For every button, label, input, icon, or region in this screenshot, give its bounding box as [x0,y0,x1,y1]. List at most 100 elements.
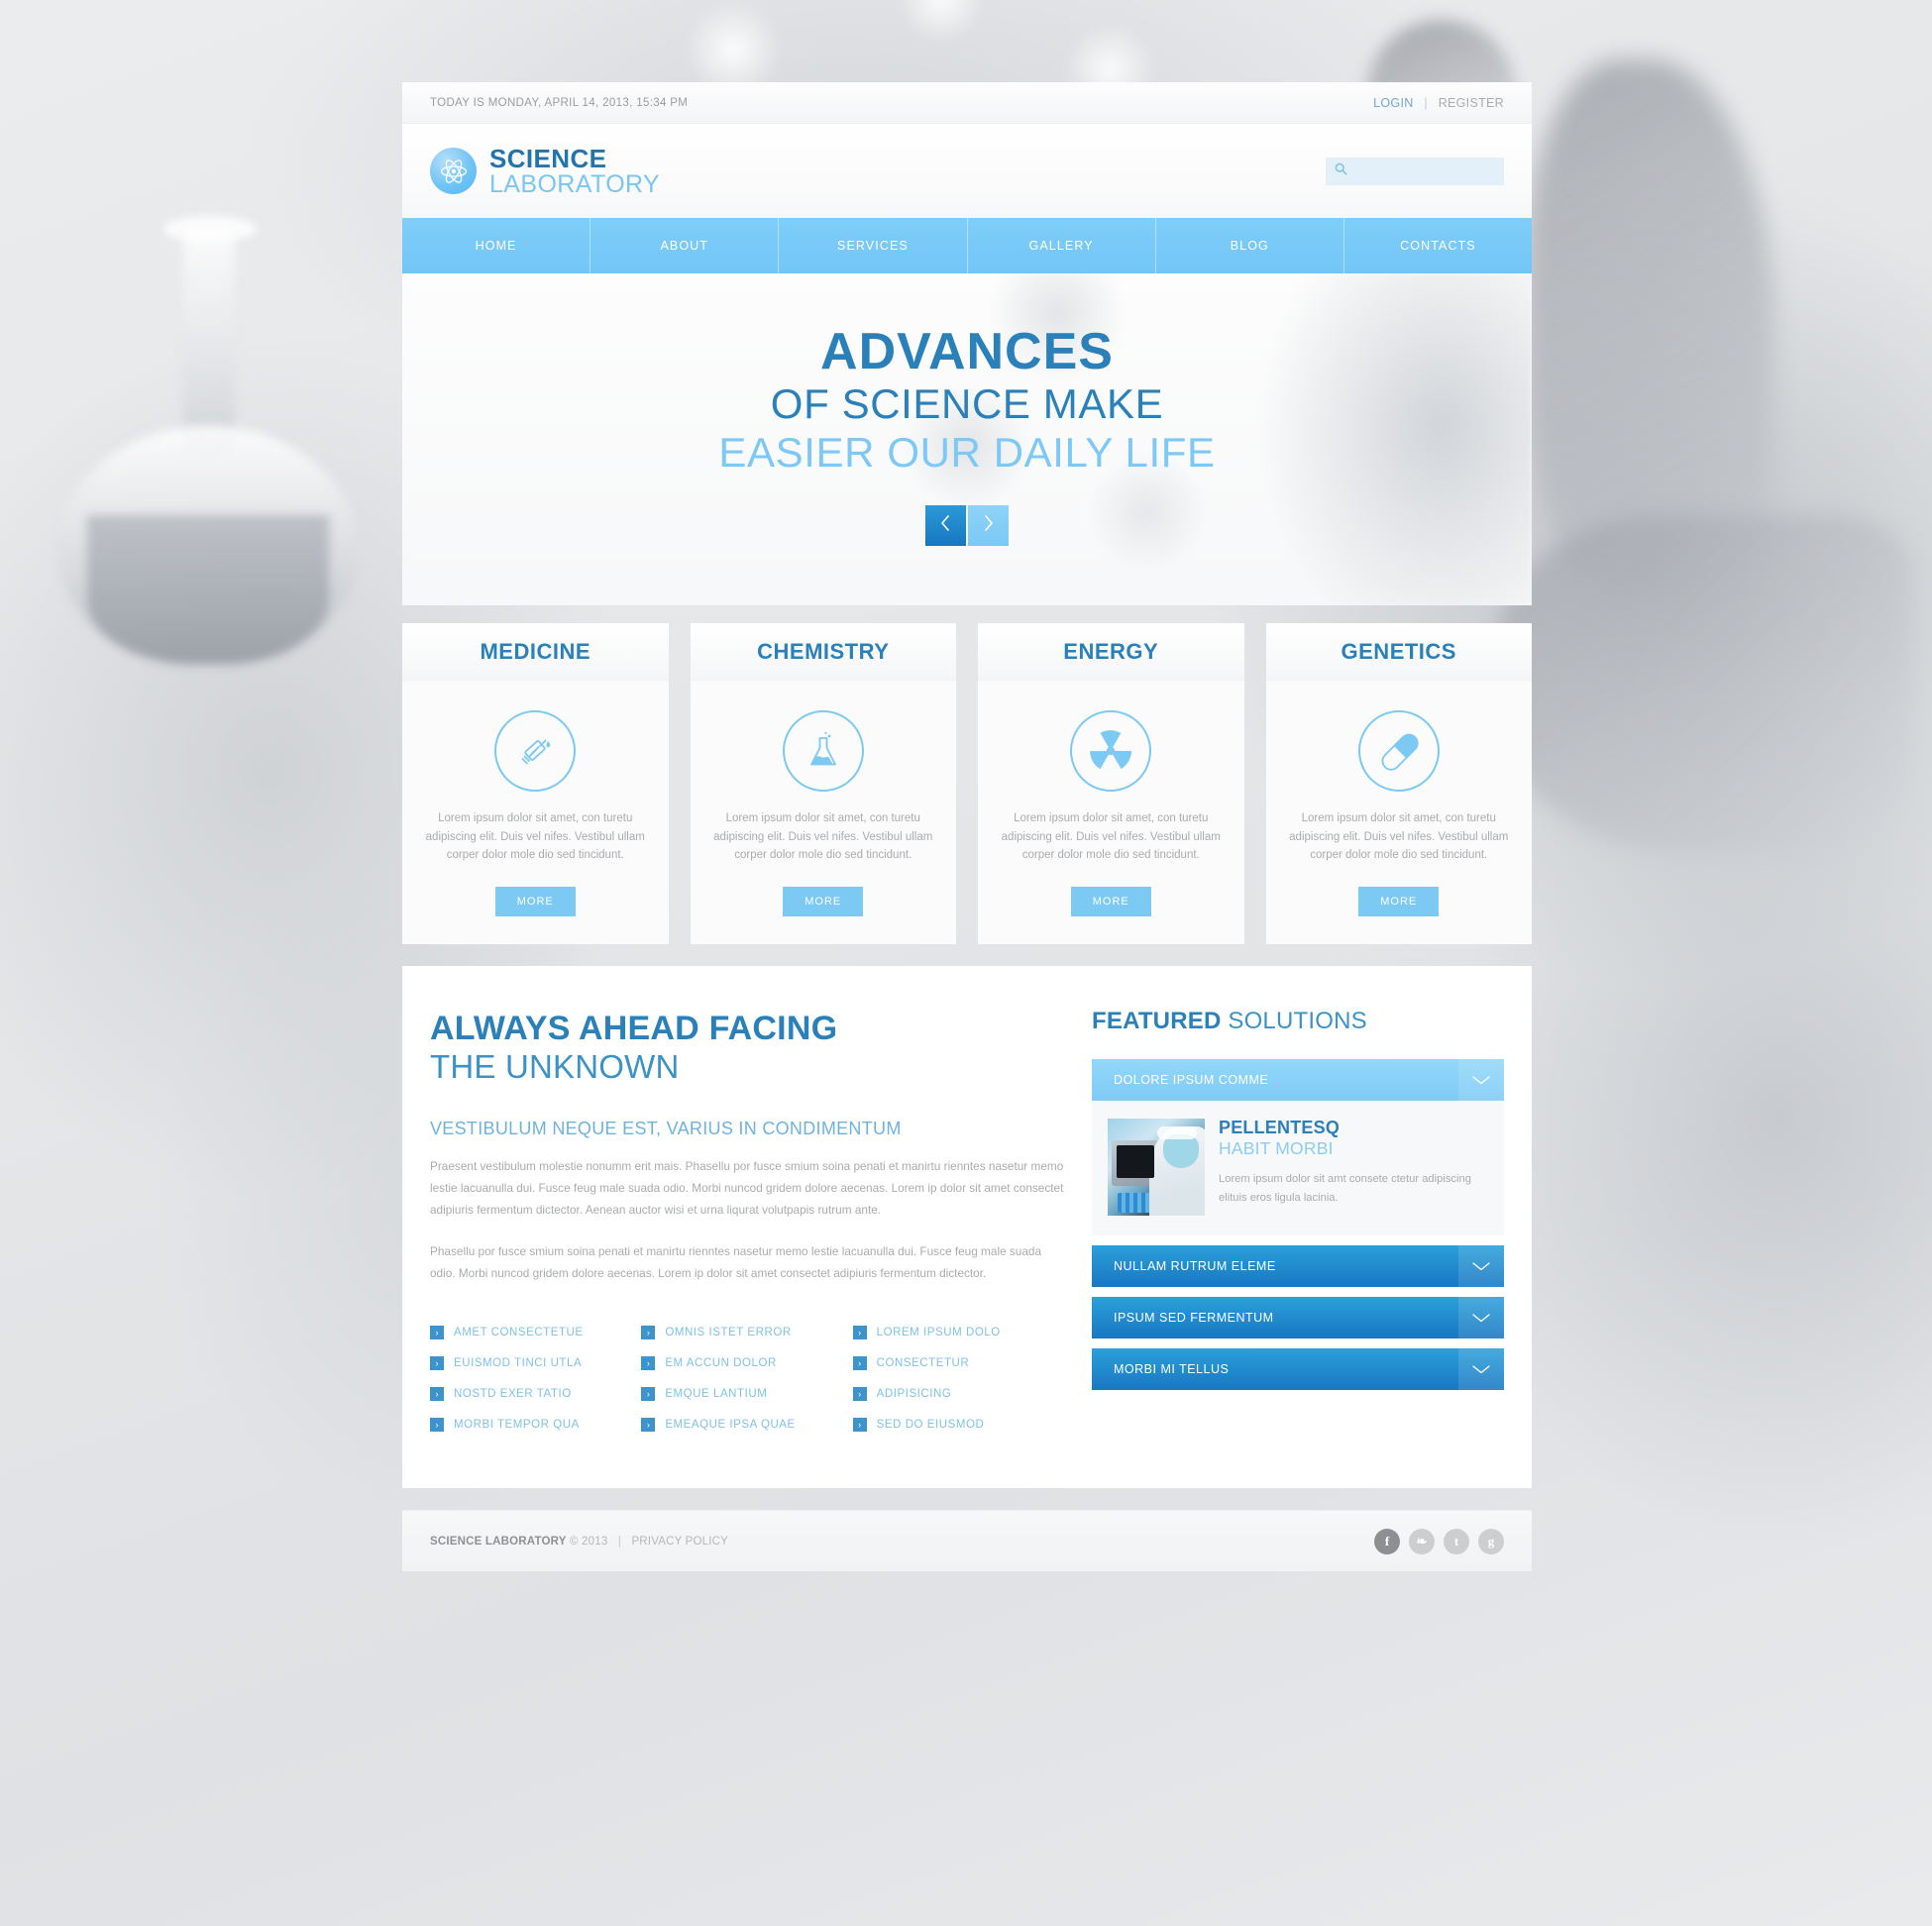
list-item[interactable]: › SED DO EIUSMOD [852,1418,1064,1433]
accordion-label: DOLORE IPSUM COMME [1114,1072,1269,1087]
feature-card-more-wrap: MORE [978,865,1244,944]
list-item[interactable]: › EMEAQUE IPSA QUAE [641,1418,852,1433]
chevron-down-icon [1458,1347,1504,1390]
top-bar: TODAY IS MONDAY, APRIL 14, 2013, 15:34 P… [402,82,1532,124]
rss-icon[interactable]: ❧ [1409,1528,1435,1554]
featured-title-bold: FEATURED [1092,1007,1222,1034]
accordion-panel-paragraph: Lorem ipsum dolor sit amt consete ctetur… [1219,1172,1471,1204]
facebook-icon[interactable]: f [1374,1528,1400,1554]
footer-copyright-year: © 2013 [569,1535,608,1548]
nav-item-contacts[interactable]: CONTACTS [1342,218,1532,273]
chevron-right-icon: › [641,1387,656,1402]
list-item-label: EM ACCUN DOLOR [665,1357,777,1370]
accordion-panel-heading-thin: HABIT MORBI [1219,1137,1334,1158]
accordion-panel-text: PELLENTESQ HABIT MORBI Lorem ipsum dolor… [1219,1117,1488,1216]
twitter-icon[interactable]: t [1444,1528,1469,1554]
feature-card-title: MEDICINE [480,638,591,664]
featured-title-thin: SOLUTIONS [1228,1007,1367,1034]
feature-card-text: Lorem ipsum dolor sit amet, con turetu a… [1289,812,1509,862]
content-left-column: ALWAYS AHEAD FACING THE UNKNOWN VESTIBUL… [430,1010,1064,1449]
list-item-label: NOSTD EXER TATIO [454,1388,572,1401]
nav-item-blog[interactable]: BLOG [1154,218,1343,273]
main-navigation: HOME ABOUT SERVICES GALLERY BLOG CONTACT… [402,218,1532,273]
chevron-down-icon [1458,1296,1504,1338]
list-item-label: SED DO EIUSMOD [876,1419,985,1432]
more-button-genetics[interactable]: MORE [1358,886,1440,916]
feature-card-chemistry: CHEMISTRY Lorem ipsum dolor sit amet, co… [690,623,957,944]
accordion-gap [1092,1235,1504,1245]
accordion-header-3[interactable]: IPSUM SED FERMENTUM [1092,1296,1504,1338]
section-subheading: VESTIBULUM NEQUE EST, VARIUS IN CONDIMEN… [430,1118,902,1138]
more-button-medicine[interactable]: MORE [494,886,576,916]
list-item[interactable]: › CONSECTETUR [852,1356,1064,1371]
page-subtitle: THE UNKNOWN [430,1047,680,1085]
list-item[interactable]: › EMQUE LANTIUM [641,1387,852,1402]
list-item[interactable]: › EM ACCUN DOLOR [641,1356,852,1371]
logo-text: SCIENCE LABORATORY [489,146,660,197]
more-button-energy[interactable]: MORE [1070,886,1151,916]
list-item-label: MORBI TEMPOR QUA [454,1419,580,1432]
privacy-policy-link[interactable]: PRIVACY POLICY [631,1536,728,1548]
accordion-header-2[interactable]: NULLAM RUTRUM ELEME [1092,1244,1504,1287]
atom-icon [430,148,477,194]
list-item[interactable]: › AMET CONSECTETUE [430,1326,641,1340]
chevron-right-icon: › [641,1326,656,1340]
social-links: f ❧ t g [1374,1528,1504,1554]
footer-divider: | [617,1535,622,1548]
hero-headline-line2: OF SCIENCE MAKE [770,379,1164,427]
feature-card-more-wrap: MORE [1266,865,1533,944]
chevron-right-icon: › [430,1387,444,1402]
more-button-chemistry[interactable]: MORE [783,886,864,916]
feature-card-title: GENETICS [1341,638,1456,664]
feature-card-icon-wrap [402,681,669,800]
site-header: SCIENCE LABORATORY [402,124,1532,218]
nav-item-services[interactable]: SERVICES [778,218,966,273]
search-box[interactable] [1326,157,1504,185]
list-item[interactable]: › MORBI TEMPOR QUA [430,1418,641,1433]
flask-neck-shape [183,228,235,456]
login-link[interactable]: LOGIN [1373,96,1413,110]
logo[interactable]: SCIENCE LABORATORY [430,146,660,197]
body-paragraph-1: Praesent vestibulum molestie nonumm erit… [430,1158,1064,1217]
chevron-right-icon: › [641,1356,656,1371]
nav-item-home[interactable]: HOME [402,218,590,273]
list-item[interactable]: › EUISMOD TINCI UTLA [430,1356,641,1371]
goggles-shape [1157,1125,1197,1139]
feature-cards: MEDICINE Lorem ipsum dolor sit amet, con… [402,623,1532,944]
slider-next-button[interactable] [968,504,1009,546]
hero-headline-line1: ADVANCES [820,323,1114,380]
accordion-header-1[interactable]: DOLORE IPSUM COMME [1092,1058,1504,1101]
hero-headline-line3: EASIER OUR DAILY LIFE [718,429,1216,477]
list-item[interactable]: › ADIPISICING [852,1387,1064,1402]
list-item-label: CONSECTETUR [876,1357,970,1370]
accordion-gap [1092,1338,1504,1348]
nav-item-about[interactable]: ABOUT [590,218,778,273]
feature-card-header: GENETICS [1265,623,1532,681]
feature-card-icon-wrap [978,681,1244,800]
feature-card-icon-wrap [691,681,957,800]
accordion-gap [1092,1287,1504,1297]
microscope-arm-shape [1526,59,1773,594]
chevron-right-icon [982,514,995,537]
list-item[interactable]: › OMNIS ISTET ERROR [641,1326,852,1340]
search-input[interactable] [1353,164,1495,177]
auth-separator: | [1424,95,1428,110]
scientist-photo [1108,1118,1205,1216]
page-title: ALWAYS AHEAD FACING [430,1009,838,1047]
chevron-right-icon: › [852,1387,867,1402]
google-plus-icon[interactable]: g [1478,1528,1504,1554]
today-date-text: TODAY IS MONDAY, APRIL 14, 2013, 15:34 P… [430,96,689,109]
accordion-header-4[interactable]: MORBI MI TELLUS [1092,1347,1504,1390]
site-container: TODAY IS MONDAY, APRIL 14, 2013, 15:34 P… [402,82,1532,1572]
list-item[interactable]: › NOSTD EXER TATIO [430,1387,641,1402]
accordion-panel-heading-bold: PELLENTESQ [1219,1117,1341,1137]
feature-card-header: ENERGY [978,623,1244,681]
chevron-right-icon: › [430,1418,444,1433]
register-link[interactable]: REGISTER [1439,96,1504,110]
slider-prev-button[interactable] [925,504,966,546]
accordion-label: NULLAM RUTRUM ELEME [1114,1258,1276,1273]
nav-item-gallery[interactable]: GALLERY [966,218,1155,273]
list-item[interactable]: › LOREM IPSUM DOLO [852,1326,1064,1340]
link-lists: › AMET CONSECTETUE › EUISMOD TINCI UTLA … [430,1326,1064,1448]
accordion-panel-1: PELLENTESQ HABIT MORBI Lorem ipsum dolor… [1092,1100,1504,1235]
